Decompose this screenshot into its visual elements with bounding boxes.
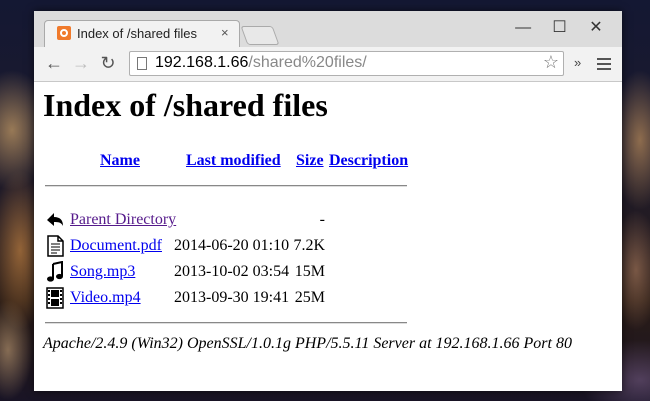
- page-title: Index of /shared files: [43, 87, 328, 123]
- film-icon: [46, 287, 64, 309]
- file-link-document[interactable]: Document.pdf: [70, 237, 162, 255]
- server-signature: Apache/2.4.9 (Win32) OpenSSL/1.0.1g PHP/…: [43, 335, 572, 352]
- document-icon: [47, 235, 64, 257]
- music-note-icon: [47, 261, 63, 282]
- url-path: /shared%20files/: [248, 54, 367, 71]
- title-bar: Index of /shared files × — ☐ ✕: [34, 11, 622, 47]
- browser-window: Index of /shared files × — ☐ ✕ ← → ↻ 192…: [34, 11, 622, 391]
- list-item: Parent Directory -: [45, 209, 445, 231]
- extensions-overflow-button[interactable]: »: [574, 55, 581, 70]
- list-item: Song.mp3 2013-10-02 03:54 15M: [45, 261, 445, 283]
- page-content: Index of /shared files Name Last modifie…: [34, 82, 622, 391]
- file-link-song[interactable]: Song.mp3: [70, 263, 135, 281]
- column-header-last-modified[interactable]: Last modified: [186, 152, 281, 170]
- column-header-size[interactable]: Size: [296, 152, 324, 170]
- xampp-favicon-icon: [57, 26, 71, 40]
- list-item: Document.pdf 2014-06-20 01:10 7.2K: [45, 235, 445, 257]
- file-size: 15M: [294, 263, 325, 280]
- file-link-parent-directory[interactable]: Parent Directory: [70, 211, 176, 229]
- tab-close-icon[interactable]: ×: [221, 25, 229, 40]
- column-header-description[interactable]: Description: [329, 152, 408, 170]
- file-date: 2014-06-20 01:10: [174, 237, 290, 254]
- address-bar[interactable]: 192.168.1.66/shared%20files/ ☆: [129, 51, 564, 76]
- maximize-button[interactable]: ☐: [544, 17, 576, 37]
- list-item: Video.mp4 2013-09-30 19:41 25M: [45, 287, 445, 309]
- close-window-button[interactable]: ✕: [580, 17, 612, 37]
- file-date: 2013-10-02 03:54: [174, 263, 290, 280]
- new-tab-button[interactable]: [240, 26, 280, 45]
- file-link-video[interactable]: Video.mp4: [70, 289, 141, 307]
- forward-button[interactable]: →: [71, 53, 91, 74]
- back-button[interactable]: ←: [44, 53, 64, 74]
- file-date: 2013-09-30 19:41: [174, 289, 290, 306]
- browser-toolbar: ← → ↻ 192.168.1.66/shared%20files/ ☆ »: [34, 47, 622, 82]
- minimize-button[interactable]: —: [507, 19, 539, 37]
- column-header-name[interactable]: Name: [100, 152, 140, 170]
- hamburger-menu-icon[interactable]: [597, 58, 611, 70]
- browser-tab[interactable]: Index of /shared files ×: [44, 20, 240, 47]
- tab-title: Index of /shared files: [77, 26, 197, 41]
- footer-divider: [45, 322, 407, 324]
- file-size: -: [319, 211, 325, 228]
- bookmark-star-icon[interactable]: ☆: [543, 52, 559, 73]
- file-size: 25M: [294, 289, 325, 306]
- url-text: 192.168.1.66/shared%20files/: [155, 54, 367, 72]
- page-icon: [137, 57, 147, 70]
- reload-button[interactable]: ↻: [98, 53, 118, 74]
- header-divider: [45, 185, 407, 187]
- file-size: 7.2K: [293, 237, 325, 254]
- back-arrow-icon: [47, 213, 63, 226]
- url-host: 192.168.1.66: [155, 54, 249, 71]
- window-controls: — ☐ ✕: [507, 17, 612, 37]
